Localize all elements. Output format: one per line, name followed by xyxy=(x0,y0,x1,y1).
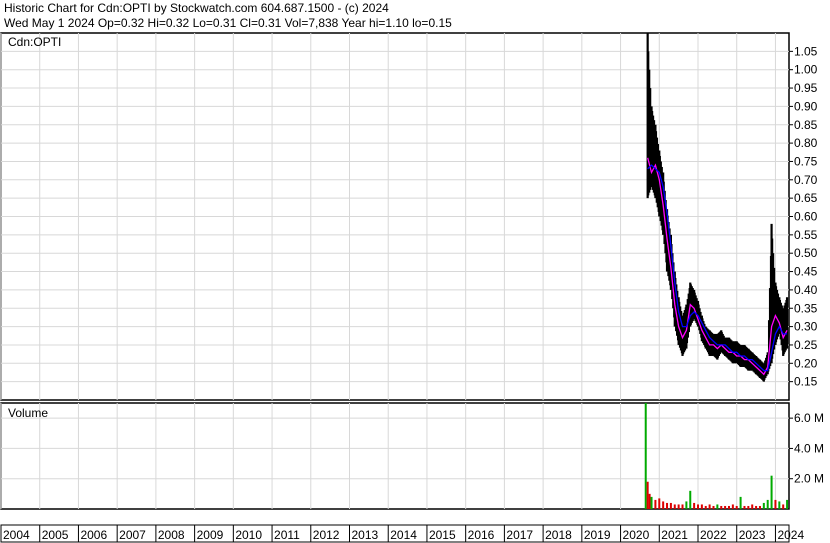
x-tick-label: 2012 xyxy=(313,528,340,542)
volume-bar xyxy=(770,475,773,509)
price-y-tick-label: 0.80 xyxy=(794,136,818,150)
x-tick-label: 2021 xyxy=(661,528,688,542)
x-tick-label: 2023 xyxy=(739,528,766,542)
x-tick-label: 2017 xyxy=(506,528,533,542)
price-y-tick-label: 0.70 xyxy=(794,173,818,187)
price-y-tick-label: 0.55 xyxy=(794,228,818,242)
x-tick-label: 2011 xyxy=(274,528,300,542)
price-grid xyxy=(0,33,789,400)
volume-bar xyxy=(704,505,707,509)
price-y-tick-label: 0.90 xyxy=(794,99,818,113)
stock-chart: Historic Chart for Cdn:OPTI by Stockwatc… xyxy=(0,0,830,543)
price-y-tick-label: 0.35 xyxy=(794,301,818,315)
price-y-tick-label: 1.00 xyxy=(794,63,818,77)
volume-y-tick-label: 6.0 M xyxy=(794,411,824,425)
x-tick-label: 2010 xyxy=(235,528,262,542)
volume-panel-label: Volume xyxy=(8,406,48,420)
volume-bar xyxy=(669,502,672,509)
volume-bar xyxy=(685,501,688,509)
chart-header-line1: Historic Chart for Cdn:OPTI by Stockwatc… xyxy=(4,1,389,15)
volume-bar xyxy=(650,496,653,509)
price-panel-label: Cdn:OPTI xyxy=(8,35,61,49)
price-y-tick-label: 0.95 xyxy=(794,81,818,95)
x-tick-label: 2005 xyxy=(42,528,69,542)
x-tick-label: 2009 xyxy=(197,528,224,542)
volume-bar xyxy=(727,505,730,509)
x-axis: 2004 2005 2006 2007 2008 2009 2010 2011 2012 2013… xyxy=(0,524,804,543)
volume-bar xyxy=(720,505,723,509)
volume-bar xyxy=(755,505,758,509)
volume-bar xyxy=(766,499,769,509)
price-y-tick-label: 1.05 xyxy=(794,44,818,58)
volume-bar xyxy=(662,501,665,509)
price-y-tick-label: 0.45 xyxy=(794,265,818,279)
volume-bar xyxy=(644,403,647,509)
volume-bar xyxy=(751,504,754,509)
volume-bar xyxy=(786,499,789,509)
x-tick-label: 2016 xyxy=(468,528,495,542)
x-tick-label: 2007 xyxy=(119,528,146,542)
volume-axis: 6.0 M 4.0 M 2.0 M xyxy=(789,411,824,486)
chart-canvas: Historic Chart for Cdn:OPTI by Stockwatc… xyxy=(0,1,824,543)
volume-bar xyxy=(716,504,719,509)
volume-bar xyxy=(731,504,734,509)
price-y-tick-label: 0.85 xyxy=(794,118,818,132)
x-tick-label: 2013 xyxy=(352,528,379,542)
volume-bar xyxy=(724,505,727,509)
volume-bar xyxy=(689,490,692,509)
volume-bar xyxy=(654,499,657,509)
volume-bar xyxy=(712,505,715,509)
volume-bar xyxy=(735,505,738,509)
volume-bar xyxy=(778,501,781,509)
volume-bar xyxy=(708,504,711,509)
volume-bar xyxy=(774,499,777,509)
x-tick-label: 2014 xyxy=(390,528,417,542)
volume-bar xyxy=(693,502,696,509)
price-y-tick-label: 0.15 xyxy=(794,375,818,389)
price-y-tick-label: 0.65 xyxy=(794,191,818,205)
chart-header-line2: Wed May 1 2024 Op=0.32 Hi=0.32 Lo=0.31 C… xyxy=(4,16,452,30)
volume-plot-frame xyxy=(0,402,790,510)
price-y-tick-label: 0.50 xyxy=(794,246,818,260)
price-axis: 1.05 1.00 0.95 0.90 0.85 0.80 0.75 0.70 0.65 0.60… xyxy=(789,44,818,389)
volume-bar xyxy=(782,504,785,509)
volume-bar xyxy=(658,498,661,509)
volume-y-tick-label: 2.0 M xyxy=(794,472,824,486)
x-tick-label: 2006 xyxy=(80,528,107,542)
x-tick-label: 2020 xyxy=(623,528,650,542)
price-y-tick-label: 0.40 xyxy=(794,283,818,297)
price-y-tick-label: 0.60 xyxy=(794,210,818,224)
volume-panel: 6.0 M 4.0 M 2.0 M Volume xyxy=(0,402,824,510)
volume-bar xyxy=(697,504,700,509)
price-panel: 1.05 1.00 0.95 0.90 0.85 0.80 0.75 0.70 0.65 0.60… xyxy=(0,32,818,401)
volume-bar xyxy=(743,505,746,509)
volume-bar xyxy=(681,504,684,509)
volume-bar xyxy=(677,504,680,509)
volume-y-tick-label: 4.0 M xyxy=(794,441,824,455)
x-tick-label: 2015 xyxy=(429,528,456,542)
volume-bar xyxy=(646,481,649,509)
price-y-tick-label: 0.75 xyxy=(794,154,818,168)
x-tick-label: 2004 xyxy=(3,528,30,542)
volume-bar xyxy=(700,504,703,509)
volume-bar xyxy=(758,505,761,509)
price-y-tick-label: 0.20 xyxy=(794,356,818,370)
volume-bar xyxy=(739,496,742,509)
volume-bar xyxy=(747,505,750,509)
x-tick-label: 2018 xyxy=(545,528,572,542)
x-tick-label: 2022 xyxy=(700,528,727,542)
volume-bar xyxy=(673,504,676,509)
price-y-tick-label: 0.30 xyxy=(794,320,818,334)
x-tick-label: 2019 xyxy=(584,528,611,542)
x-tick-label: 2008 xyxy=(158,528,185,542)
volume-bar xyxy=(648,493,651,509)
volume-bar xyxy=(762,502,765,509)
volume-bar xyxy=(666,502,669,509)
price-y-tick-label: 0.25 xyxy=(794,338,818,352)
x-tick-label: 2024 xyxy=(777,528,804,542)
